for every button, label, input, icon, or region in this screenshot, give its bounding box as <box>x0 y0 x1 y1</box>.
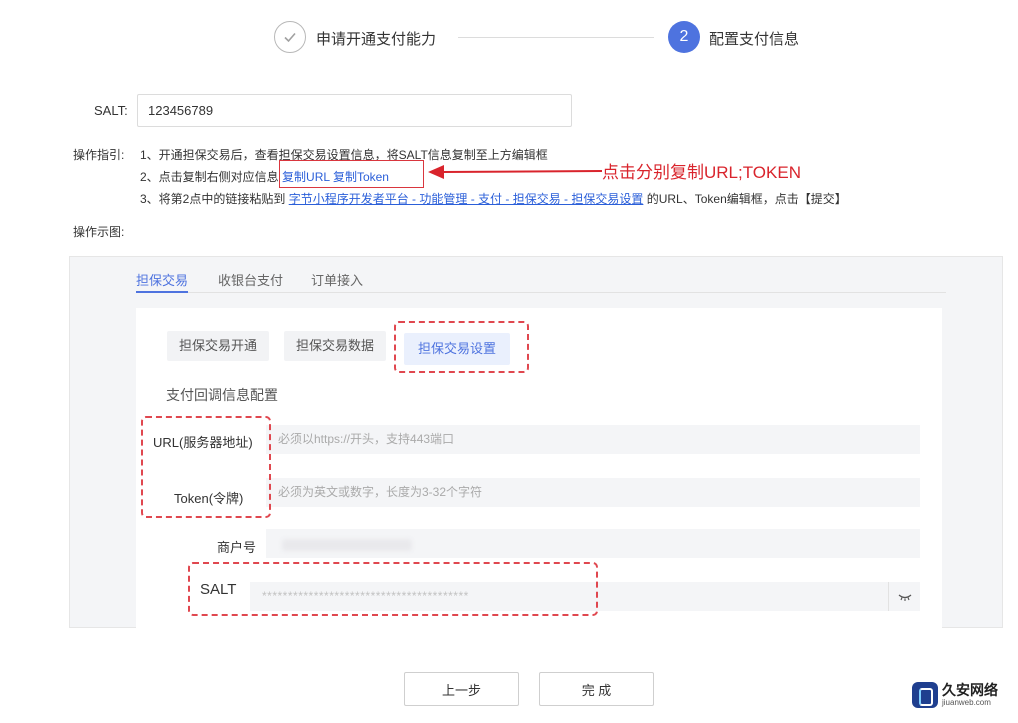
watermark-name: 久安网络 <box>942 682 998 698</box>
guide-line-2-text: 2、点击复制右侧对应信息 <box>140 170 279 184</box>
hide-password-eye-icon[interactable] <box>888 582 920 611</box>
tab-divider <box>136 292 946 293</box>
step-2-label: 配置支付信息 <box>709 31 800 48</box>
finish-button[interactable]: 完 成 <box>539 672 654 706</box>
prev-step-button[interactable]: 上一步 <box>404 672 519 706</box>
guide-line-3-text: 3、将第2点中的链接粘贴到 <box>140 192 286 206</box>
subtab-guarantee-open[interactable]: 担保交易开通 <box>167 331 270 361</box>
annotation-arrow-icon <box>428 165 603 179</box>
token-input[interactable]: 必须为英文或数字，长度为3-32个字符 <box>266 478 920 507</box>
copy-links-highlight-box <box>279 160 424 188</box>
step-1-check-icon <box>274 21 306 53</box>
salt-label: SALT: <box>94 103 128 118</box>
tab-order-access[interactable]: 订单接入 <box>311 270 363 289</box>
watermark-logo-icon <box>912 682 938 708</box>
merchant-id-blurred-value <box>282 539 412 551</box>
url-input[interactable]: 必须以https://开头，支持443端口 <box>266 425 920 454</box>
guide-line-3-suffix: 的URL、Token编辑框，点击【提交】 <box>646 192 847 206</box>
step-2-number: 2 <box>668 21 700 53</box>
merchant-id-label: 商户号 <box>217 540 257 555</box>
annotation-text: 点击分别复制URL;TOKEN <box>602 163 801 182</box>
settings-dashed-highlight <box>394 321 529 373</box>
watermark: 久安网络 jiuanweb.com <box>912 682 998 708</box>
watermark-url: jiuanweb.com <box>942 698 991 707</box>
guide-line-3: 3、将第2点中的链接粘贴到 字节小程序开发者平台 - 功能管理 - 支付 - 担… <box>140 191 847 207</box>
step-1-label: 申请开通支付能力 <box>316 31 437 48</box>
salt-input[interactable]: 123456789 <box>137 94 572 127</box>
salt-dashed-highlight <box>188 562 598 616</box>
callback-config-title: 支付回调信息配置 <box>166 387 278 403</box>
active-tab-indicator <box>136 291 188 293</box>
step-connector <box>458 37 654 38</box>
subtab-guarantee-data[interactable]: 担保交易数据 <box>284 331 387 361</box>
url-token-dashed-highlight <box>141 416 271 518</box>
tab-guarantee-trade[interactable]: 担保交易 <box>136 270 188 289</box>
guide-label: 操作指引: <box>73 148 125 162</box>
developer-platform-link[interactable]: 字节小程序开发者平台 - 功能管理 - 支付 - 担保交易 - 担保交易设置 <box>289 192 644 206</box>
demo-label: 操作示图: <box>73 225 125 239</box>
tab-cashier-payment[interactable]: 收银台支付 <box>218 270 283 289</box>
